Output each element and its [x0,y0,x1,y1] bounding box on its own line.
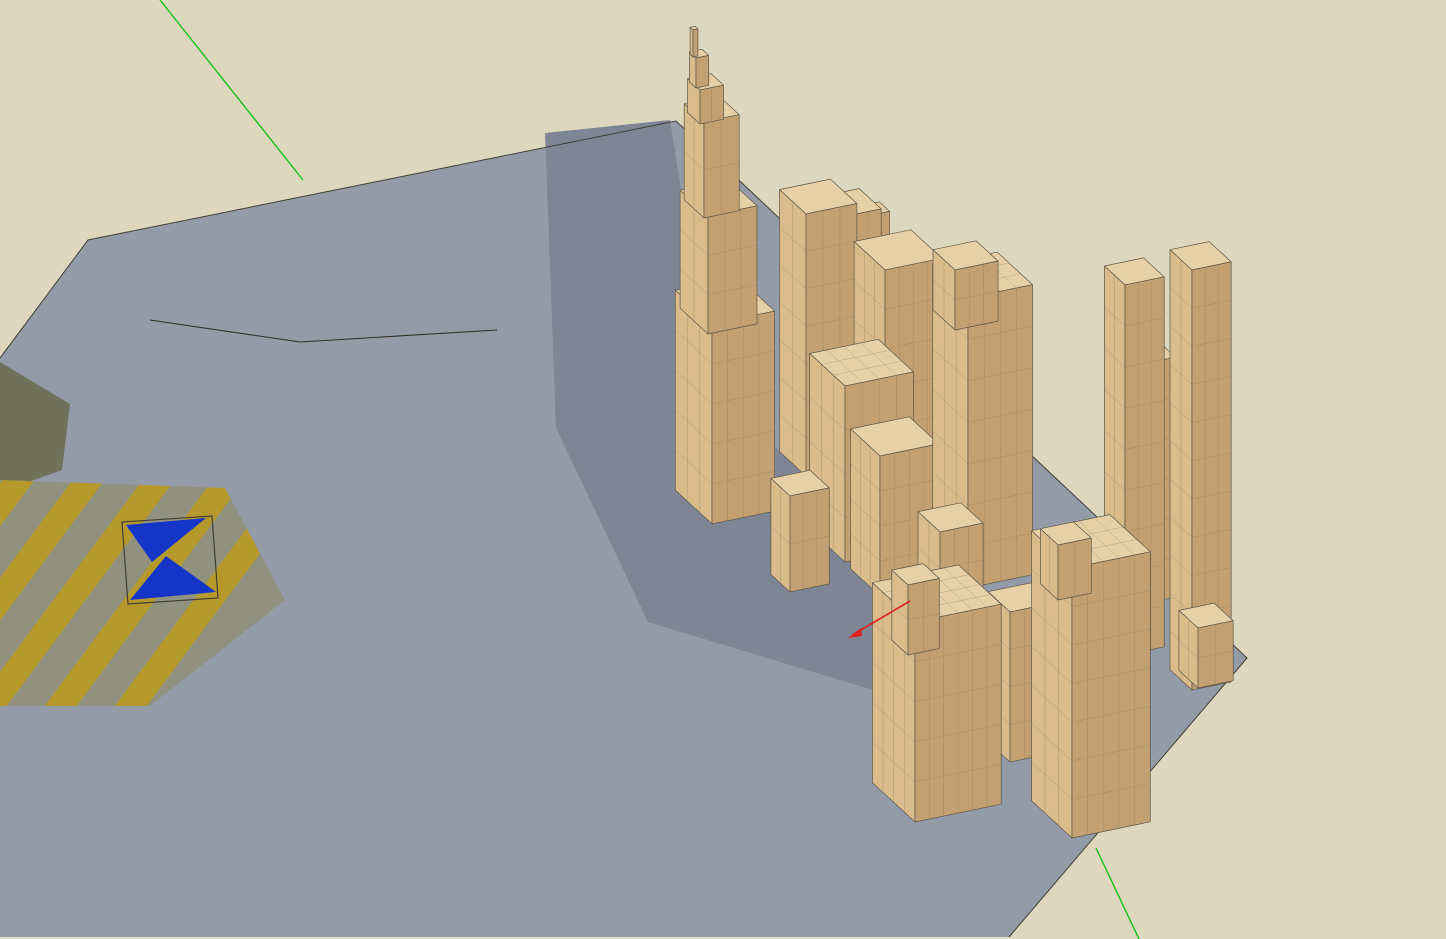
building-front-right-rooftop[interactable] [1040,522,1091,600]
building-front-center-rooftop[interactable] [892,564,940,655]
building-left-front-block[interactable] [771,470,829,592]
right-face [708,206,757,334]
right-face [693,29,698,57]
building-right-center-cap[interactable] [933,241,998,330]
left-face [690,27,693,57]
right-face [696,55,709,88]
building-right-low-annex[interactable] [1179,603,1233,688]
modeling-app-window [0,0,1446,939]
building-empire-needle[interactable] [690,26,698,57]
modeling-viewport[interactable] [0,0,1446,939]
left-face [689,52,696,88]
